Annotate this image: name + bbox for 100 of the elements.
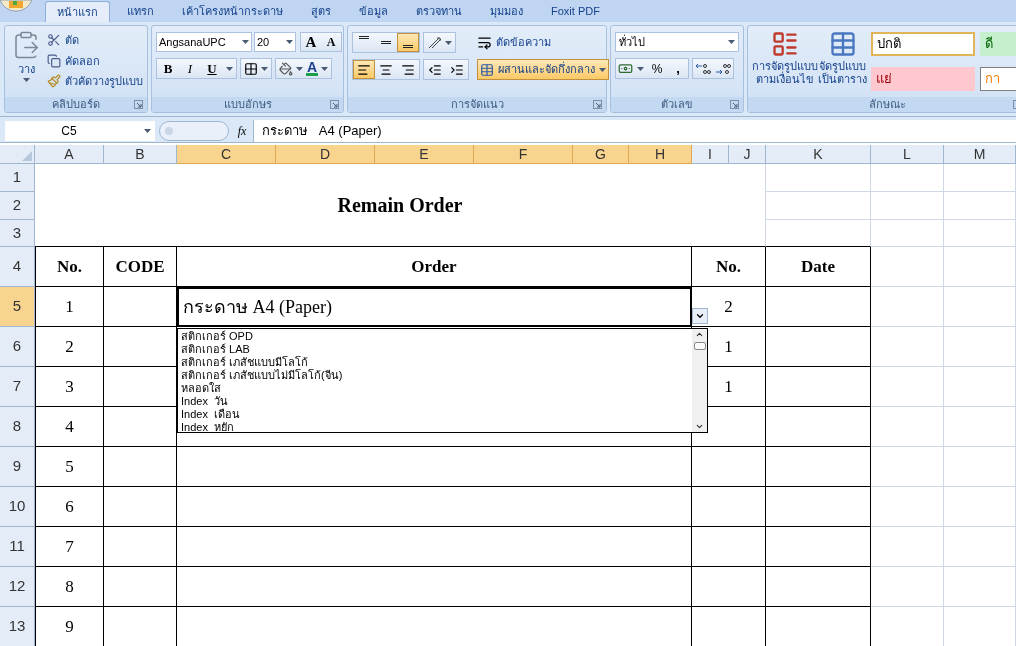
dropdown-option[interactable]: Index วัน	[181, 395, 229, 408]
scroll-down-icon[interactable]	[695, 422, 704, 431]
column-header[interactable]: F	[474, 145, 573, 164]
table-cell[interactable]	[177, 447, 692, 487]
column-header[interactable]: L	[871, 145, 944, 164]
expand-icon[interactable]	[330, 100, 339, 109]
ribbon-tab[interactable]: มุมมอง	[479, 1, 534, 22]
handle-icon[interactable]	[159, 120, 229, 141]
expand-icon[interactable]	[134, 100, 143, 109]
column-header[interactable]: H	[629, 145, 692, 164]
name-box[interactable]: C5	[5, 120, 155, 141]
align-lines-icon[interactable]	[357, 62, 371, 77]
ribbon-tab[interactable]: แทรก	[116, 1, 165, 22]
dropdown-option[interactable]: Index หยัก	[181, 421, 235, 434]
row-header[interactable]: 3	[0, 220, 35, 247]
conditional-formatting-button[interactable]: การจัดรูปแบบ ตามเงื่อนไข	[752, 60, 818, 86]
row-header[interactable]: 4	[0, 247, 35, 287]
row-header[interactable]: 12	[0, 567, 35, 607]
italic-button[interactable]: I	[179, 58, 201, 79]
comma-button[interactable]: ,	[670, 58, 686, 79]
font-size-field[interactable]: 20	[254, 32, 296, 52]
currency-icon[interactable]	[618, 61, 633, 76]
conditional-format-icon[interactable]	[771, 30, 799, 58]
column-header[interactable]: J	[729, 145, 766, 164]
ribbon-tab[interactable]: Foxit PDF	[540, 1, 611, 22]
row-header[interactable]: 5	[0, 287, 35, 327]
align-lines-icon[interactable]	[381, 41, 391, 44]
number-format-field[interactable]: ทั่วไป	[615, 32, 739, 52]
format-as-table-button[interactable]: จัดรูปแบบ เป็นตาราง	[818, 60, 867, 86]
column-header[interactable]: K	[766, 145, 871, 164]
dropdown-option[interactable]: Index เดือน	[181, 408, 241, 421]
column-header[interactable]: B	[104, 145, 177, 164]
copy-icon[interactable]	[47, 53, 61, 68]
dropdown-list[interactable]: สติกเกอร์ OPD สติกเกอร์ LAB สติกเกอร์ เภสัชแบบมีโลโก้ สติกเกอร์ เภสัชแบบไม่มีโลโก้(จีน) หลอดใส Index วัน Index เดือน Index หยัก	[177, 328, 708, 433]
expand-icon[interactable]	[730, 100, 739, 109]
ribbon-tab[interactable]: หน้าแรก	[45, 1, 110, 22]
increase-decimal-icon[interactable]	[695, 61, 711, 76]
ribbon-tab[interactable]: ตรวจทาน	[405, 1, 473, 22]
shrink-font-button[interactable]: A	[321, 33, 341, 51]
row-header[interactable]: 11	[0, 527, 35, 567]
table-cell[interactable]	[177, 527, 692, 567]
copy-button[interactable]: คัดลอก	[65, 52, 100, 69]
font-color-button[interactable]: A	[306, 61, 319, 76]
merge-cells-icon[interactable]	[480, 62, 494, 77]
row-header[interactable]: 6	[0, 327, 35, 367]
row-header[interactable]: 8	[0, 407, 35, 447]
scroll-thumb[interactable]	[693, 341, 706, 350]
format-painter-button[interactable]: ตัวคัดวางรูปแบบ	[65, 73, 143, 90]
column-header[interactable]: C	[177, 145, 276, 164]
cell-style-option[interactable]: ปกติ	[871, 32, 975, 56]
row-header[interactable]: 2	[0, 192, 35, 220]
column-header[interactable]: G	[573, 145, 629, 164]
insert-function-button[interactable]: fx	[231, 121, 253, 140]
column-header[interactable]: A	[35, 145, 104, 164]
vertical-align-button[interactable]	[397, 33, 419, 52]
wrap-text-icon[interactable]	[477, 35, 492, 50]
ribbon-tab[interactable]: ข้อมูล	[348, 1, 399, 22]
borders-icon[interactable]	[244, 61, 258, 76]
dropdown-arrow-button[interactable]	[692, 308, 708, 324]
orientation-button[interactable]	[423, 32, 456, 53]
row-header[interactable]: 13	[0, 607, 35, 646]
row-header[interactable]: 1	[0, 164, 35, 192]
row-header[interactable]: 9	[0, 447, 35, 487]
dropdown-option[interactable]: สติกเกอร์ LAB	[181, 343, 250, 356]
bold-button[interactable]: B	[157, 58, 179, 79]
merge-center-button[interactable]: ผสานและจัดกึ่งกลาง	[477, 59, 609, 80]
cut-button[interactable]: ตัด	[65, 32, 79, 49]
align-lines-icon[interactable]	[359, 36, 369, 39]
scissors-icon[interactable]	[47, 33, 61, 48]
dropdown-option[interactable]: สติกเกอร์ เภสัชแบบไม่มีโลโก้(จีน)	[181, 369, 343, 382]
column-header[interactable]: D	[276, 145, 375, 164]
ribbon-tab[interactable]: สูตร	[300, 1, 342, 22]
cell-style-option[interactable]: แย่	[871, 66, 975, 91]
table-cell[interactable]	[177, 487, 692, 527]
grow-font-button[interactable]: A	[301, 33, 321, 51]
row-header[interactable]: 7	[0, 367, 35, 407]
scroll-up-icon[interactable]	[695, 330, 704, 339]
percent-button[interactable]: %	[648, 59, 666, 78]
ribbon-tab[interactable]: เค้าโครงหน้ากระดาษ	[171, 1, 294, 22]
formula-field[interactable]: กระดาษ A4 (Paper)	[253, 119, 1016, 142]
row-header[interactable]: 10	[0, 487, 35, 527]
align-lines-icon[interactable]	[379, 62, 393, 77]
paste-button[interactable]: วาง	[17, 64, 35, 75]
table-cell[interactable]	[177, 567, 692, 607]
expand-icon[interactable]	[593, 100, 602, 109]
dropdown-option[interactable]: หลอดใส	[181, 382, 221, 395]
horizontal-align-button[interactable]	[353, 60, 375, 79]
column-header[interactable]: I	[692, 145, 729, 164]
wrap-text-button[interactable]: ตัดข้อความ	[496, 34, 551, 51]
decrease-decimal-icon[interactable]	[715, 61, 731, 76]
font-name-field[interactable]: AngsanaUPC	[156, 32, 252, 52]
borders-button[interactable]	[240, 58, 272, 79]
column-header[interactable]: E	[375, 145, 474, 164]
align-lines-icon[interactable]	[403, 45, 413, 48]
dropdown-option[interactable]: สติกเกอร์ OPD	[181, 330, 253, 343]
table-cell[interactable]: กระดาษ A4 (Paper)	[177, 287, 692, 327]
orientation-icon[interactable]	[427, 35, 443, 50]
cell-style-option[interactable]: ดี	[980, 32, 1016, 56]
dropdown-option[interactable]: สติกเกอร์ เภสัชแบบมีโลโก้	[181, 356, 309, 369]
align-lines-icon[interactable]	[401, 62, 415, 77]
